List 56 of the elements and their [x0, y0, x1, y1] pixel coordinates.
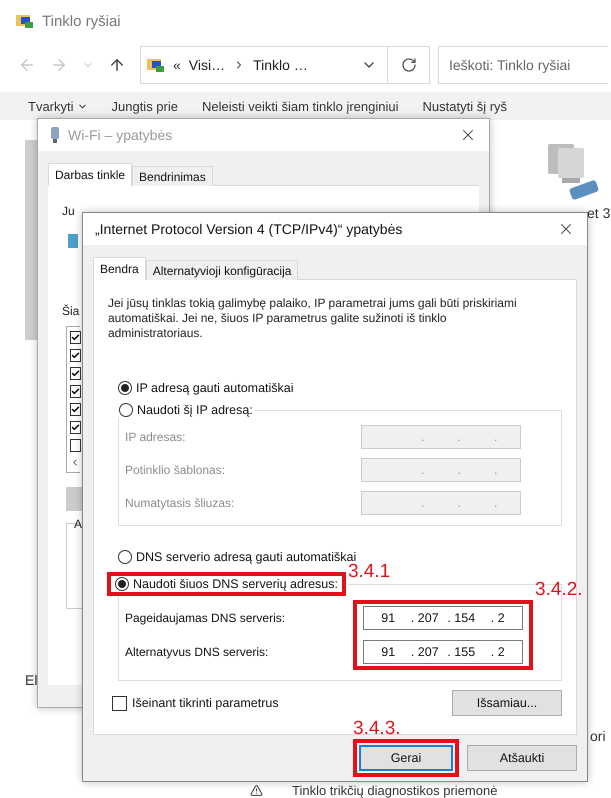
breadcrumb-item[interactable]: Tinklo … [253, 57, 308, 73]
checkbox[interactable] [70, 367, 81, 380]
step-label: 3.4.1 [348, 562, 390, 582]
toolbar-button[interactable]: Tvarkyti [28, 98, 88, 114]
tab[interactable]: Bendra [93, 257, 146, 280]
refresh-button[interactable] [388, 46, 430, 84]
checkbox[interactable] [70, 385, 81, 398]
toolbar-button[interactable]: Nustatyti šį ryš [422, 98, 508, 114]
field-label: IP adresas: [125, 429, 186, 446]
dialog-button[interactable]: Atšaukti [467, 745, 577, 771]
breadcrumb-overflow[interactable]: « [173, 57, 181, 73]
address-bar[interactable]: « Visi… Tinklo … [140, 46, 388, 84]
window-title: Wi-Fi – ypatybės [68, 127, 172, 143]
ip-address-field[interactable]: 91 . 207 . 154 . 2 [363, 606, 523, 630]
dialog-button[interactable]: Gerai [359, 745, 453, 771]
window-title: Tinklo ryšiai [42, 12, 121, 30]
group-label: A [74, 517, 82, 531]
connection-label: El [25, 672, 38, 688]
dialog-title: „Internet Protocol Version 4 (TCP/IPv4)“ ypatybės [95, 221, 402, 237]
adapter-icon [68, 234, 78, 248]
advanced-button[interactable]: Išsamiau... [452, 690, 562, 716]
toolbar-button[interactable]: Jungtis prie [112, 98, 178, 114]
step-label: 3.4.3. [353, 719, 401, 739]
wifi-adapter-icon [50, 127, 60, 143]
task-link[interactable]: Tinklo trikčių diagnostikos priemonė [292, 783, 498, 798]
search-field[interactable]: Ieškoti: Tinklo ryšiai [438, 46, 608, 84]
field-label: Alternatyvus DNS serveris: [125, 644, 270, 661]
checkbox[interactable] [70, 439, 81, 452]
breadcrumb-item[interactable]: Visi… [188, 57, 226, 73]
checkbox[interactable] [70, 421, 81, 434]
radio-option[interactable]: DNS serverio adresą gauti automatiškai [118, 550, 562, 564]
field-label: Numatytasis šliuzas: [125, 495, 234, 512]
network-folder-icon [16, 13, 34, 29]
connection-label: et 3 [587, 205, 610, 221]
tab[interactable]: Alternatyvioji konfigūracija [146, 260, 298, 280]
radio-option[interactable]: IP adresą gauti automatiškai [118, 381, 562, 395]
radio-option[interactable]: Naudoti šiuos DNS serverių adresus: [115, 577, 338, 591]
toolbar-button[interactable]: Neleisti veikti šiam tinklo įrenginiui [202, 98, 399, 114]
section-label: Ju [62, 204, 75, 218]
tab[interactable]: Bendrinimas [132, 166, 213, 186]
step-label: 3.4.2. [535, 580, 583, 600]
network-folder-icon [147, 57, 165, 73]
description-text: Jei jūsų tinklas tokią galimybę palaiko, IP parametrai jums gali būti priskiriami automatiškai. Jei ne, šiuos IP parametrus galite sužinoti iš tinklo administratoriaus. [108, 296, 518, 341]
ip-address-field[interactable]: 91 . 207 . 155 . 2 [363, 640, 523, 664]
checkbox[interactable] [70, 349, 81, 362]
warning-icon [250, 784, 263, 797]
checkbox[interactable] [70, 331, 81, 344]
refresh-icon [400, 57, 416, 73]
field-label: Potinklio šablonas: [125, 462, 226, 479]
validate-checkbox[interactable]: Išeinant tikrinti parametrus [112, 696, 279, 710]
tab[interactable]: Darbas tinkle [48, 163, 132, 186]
checkbox[interactable] [70, 403, 81, 416]
radio-option[interactable]: Naudoti šį IP adresą: [119, 403, 253, 417]
section-label: Šia [62, 304, 80, 318]
details-text: ori [590, 728, 606, 744]
field-label: Pageidaujamas DNS serveris: [125, 610, 286, 627]
